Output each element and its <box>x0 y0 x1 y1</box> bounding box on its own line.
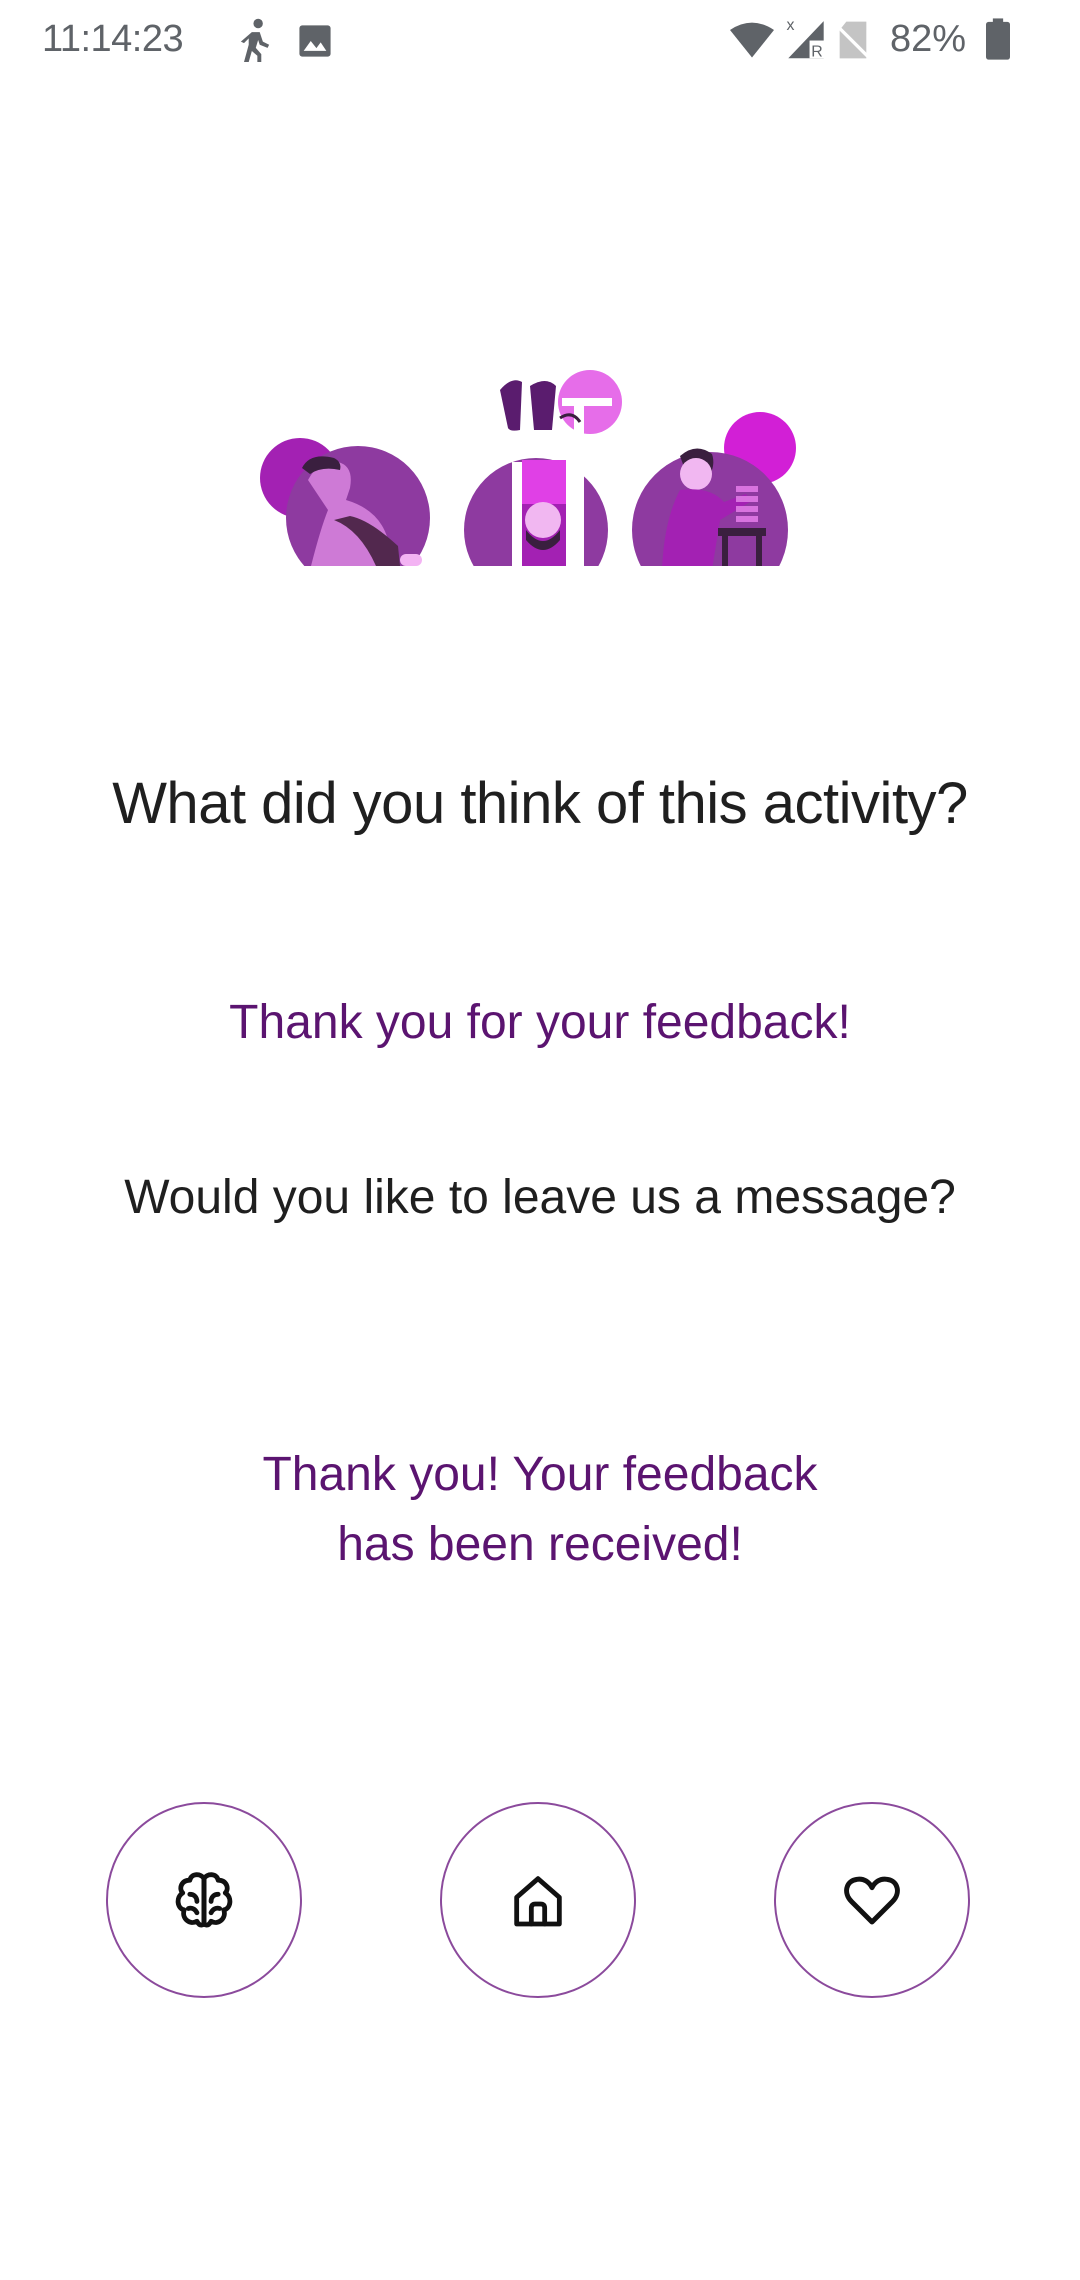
signal-icon: x R <box>787 17 826 60</box>
illustration-kids <box>260 370 796 566</box>
feedback-received-message: Thank you! Your feedback has been receiv… <box>0 1440 1080 1580</box>
activity-illustration <box>260 370 796 566</box>
feedback-thanks: Thank you for your feedback! <box>229 996 851 1049</box>
status-bar: 11:14:23 x R 82% <box>0 0 1080 80</box>
image-icon <box>299 25 331 57</box>
battery-percent: 82% <box>890 18 967 60</box>
battery-icon <box>986 18 1010 60</box>
activity-question: What did you think of this activity? <box>112 771 968 836</box>
received-line-2: has been received! <box>337 1518 743 1571</box>
home-button[interactable] <box>440 1802 636 1998</box>
no-sim-icon <box>836 21 870 60</box>
status-time: 11:14:23 <box>42 18 184 60</box>
received-line-1: Thank you! Your feedback <box>262 1448 818 1501</box>
brain-icon <box>175 1872 233 1928</box>
heart-icon <box>844 1876 900 1925</box>
home-icon <box>514 1876 562 1927</box>
brain-button[interactable] <box>106 1802 302 1998</box>
heart-button[interactable] <box>774 1802 970 1998</box>
wifi-icon <box>730 22 774 58</box>
svg-text:R: R <box>811 43 823 60</box>
svg-text:x: x <box>787 17 795 34</box>
walking-icon <box>240 18 270 62</box>
leave-message-prompt: Would you like to leave us a message? <box>124 1171 956 1224</box>
